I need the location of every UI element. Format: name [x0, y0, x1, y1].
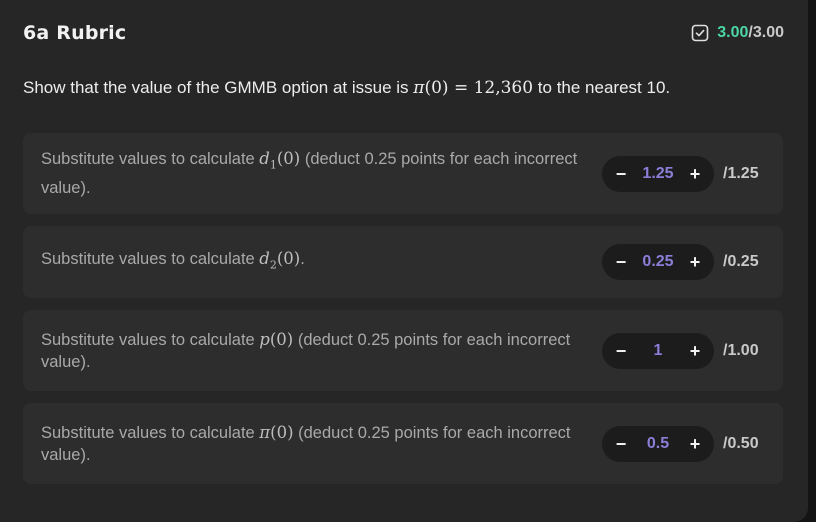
- points-value[interactable]: 0.25: [630, 253, 686, 271]
- criterion-description: Substitute values to calculate d1(0) (de…: [41, 148, 581, 198]
- decrement-button[interactable]: −: [612, 165, 630, 183]
- criterion-p: Substitute values to calculate p(0) (ded…: [23, 310, 783, 391]
- criterion-math: d2(0): [259, 248, 301, 272]
- points-max: /0.25: [723, 253, 759, 270]
- increment-button[interactable]: +: [686, 435, 704, 453]
- points-value[interactable]: 1.25: [630, 165, 686, 183]
- criterion-prefix: Substitute values to calculate: [41, 330, 260, 349]
- criterion-description: Substitute values to calculate p(0) (ded…: [41, 329, 581, 373]
- total-score: 3.00/3.00: [691, 24, 784, 42]
- criterion-controls: − 1.25 + /1.25: [602, 155, 766, 192]
- criterion-pi: Substitute values to calculate π(0) (ded…: [23, 403, 783, 484]
- criterion-description: Substitute values to calculate π(0) (ded…: [41, 422, 581, 466]
- points-stepper: − 1.25 +: [602, 155, 714, 192]
- decrement-button[interactable]: −: [612, 435, 630, 453]
- points-stepper: − 0.5 +: [602, 425, 714, 462]
- score-earned: 3.00: [717, 24, 749, 41]
- criterion-math: π(0): [259, 422, 294, 442]
- criterion-controls: − 0.5 + /0.50: [602, 425, 766, 462]
- criterion-math: p(0): [259, 329, 294, 349]
- criterion-suffix: .: [300, 249, 305, 268]
- points-max: /0.50: [723, 434, 759, 452]
- criterion-prefix: Substitute values to calculate: [41, 150, 260, 169]
- increment-button[interactable]: +: [686, 253, 704, 271]
- rubric-header: 6a Rubric 3.00/3.00: [23, 20, 784, 46]
- question-math: π(0) = 12,360: [413, 78, 534, 98]
- criterion-d1: Substitute values to calculate d1(0) (de…: [23, 133, 783, 214]
- criterion-controls: − 0.25 + /0.25: [602, 244, 766, 280]
- points-stepper: − 0.25 +: [602, 244, 714, 280]
- points-max: /1.00: [723, 341, 759, 359]
- increment-button[interactable]: +: [686, 342, 704, 360]
- criterion-math: d1(0): [259, 149, 301, 172]
- criterion-d2: Substitute values to calculate d2(0). − …: [23, 226, 783, 298]
- question-text: Show that the value of the GMMB option a…: [23, 78, 670, 98]
- increment-button[interactable]: +: [686, 165, 704, 183]
- question-suffix: to the nearest 10.: [533, 78, 671, 97]
- score-total: 3.00: [752, 24, 784, 41]
- points-value[interactable]: 1: [630, 342, 686, 360]
- rubric-title: 6a Rubric: [23, 22, 127, 44]
- criterion-prefix: Substitute values to calculate: [41, 249, 260, 268]
- points-max: /1.25: [723, 164, 759, 182]
- checkbox-checked-icon: [691, 24, 709, 42]
- points-stepper: − 1 +: [602, 332, 714, 369]
- rubric-panel: 6a Rubric 3.00/3.00 Show that the value …: [0, 0, 808, 522]
- criteria-list: Substitute values to calculate d1(0) (de…: [23, 133, 783, 496]
- points-value[interactable]: 0.5: [630, 435, 686, 453]
- criterion-description: Substitute values to calculate d2(0).: [41, 248, 581, 276]
- criterion-controls: − 1 + /1.00: [602, 332, 766, 369]
- criterion-prefix: Substitute values to calculate: [41, 423, 260, 442]
- question-prefix: Show that the value of the GMMB option a…: [23, 78, 414, 97]
- decrement-button[interactable]: −: [612, 342, 630, 360]
- decrement-button[interactable]: −: [612, 253, 630, 271]
